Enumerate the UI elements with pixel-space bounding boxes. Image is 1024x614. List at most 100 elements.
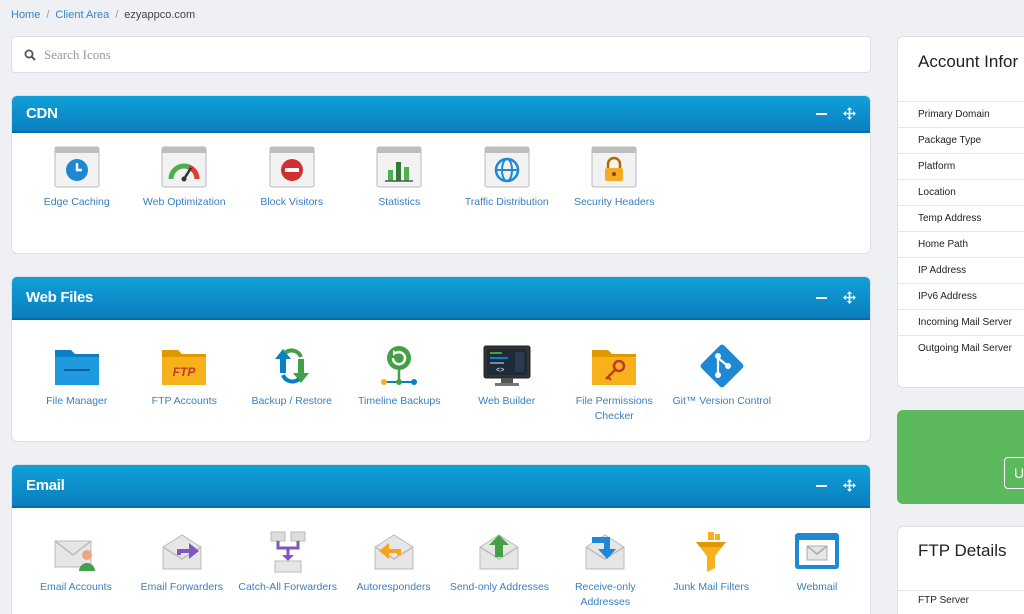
timeline-backups-icon [373, 342, 425, 390]
webmail-item[interactable]: Webmail [764, 528, 870, 610]
statistics-icon [373, 143, 425, 191]
timeline-backups-item[interactable]: Timeline Backups [346, 342, 454, 424]
catch-all-icon [262, 528, 314, 576]
minimize-icon[interactable] [814, 479, 828, 493]
ftp-info-row: FTP Server [898, 590, 1024, 610]
account-info-row: Temp Address [898, 205, 1024, 231]
breadcrumb-separator: / [46, 9, 50, 21]
move-icon[interactable] [842, 479, 856, 493]
catch-all-forwarders-item[interactable]: Catch-All Forwarders [235, 528, 341, 610]
file-permissions-item[interactable]: File Permissions Checker [561, 342, 669, 424]
icon-label: Web Builder [478, 395, 536, 407]
panel-header: Web Files [12, 277, 870, 320]
traffic-distribution-icon [481, 143, 533, 191]
panel-title: Email [26, 477, 65, 494]
edge-caching-item[interactable]: Edge Caching [23, 143, 131, 210]
icon-label: Email Forwarders [140, 581, 223, 593]
icon-label: Receive-only Addresses [574, 581, 636, 608]
icon-label: Junk Mail Filters [673, 581, 750, 593]
web-builder-item[interactable]: <> Web Builder [453, 342, 561, 424]
icon-label: Send-only Addresses [449, 581, 550, 593]
account-info-row: Package Type [898, 127, 1024, 153]
icon-label: Email Accounts [40, 581, 112, 593]
icon-label: Web Optimization [142, 196, 226, 208]
icon-label: Backup / Restore [251, 395, 333, 407]
account-info-row: IPv6 Address [898, 283, 1024, 309]
breadcrumb: Home / Client Area / ezyappco.com [11, 9, 195, 21]
ftp-accounts-item[interactable]: FTP FTP Accounts [131, 342, 239, 424]
ftp-details-title: FTP Details [918, 541, 1007, 560]
junk-filter-icon [685, 528, 737, 576]
panel-header: CDN [12, 96, 870, 133]
email-panel: Email Email Accounts Email Forwarders Ca… [11, 464, 871, 614]
web-builder-icon: <> [481, 342, 533, 390]
account-info-row: Home Path [898, 231, 1024, 257]
receive-only-icon [579, 528, 631, 576]
web-files-panel: Web Files File Manager FTP FTP Accounts … [11, 276, 871, 442]
icon-label: Timeline Backups [358, 395, 441, 407]
icon-label: File Permissions Checker [575, 395, 653, 422]
account-info-card: Account Infor Primary Domain Package Typ… [897, 36, 1024, 388]
icon-label: File Manager [46, 395, 108, 407]
icon-label: Webmail [796, 581, 838, 593]
move-icon[interactable] [842, 107, 856, 121]
icon-label: FTP Accounts [151, 395, 217, 407]
minimize-icon[interactable] [814, 291, 828, 305]
send-only-addresses-item[interactable]: Send-only Addresses [447, 528, 553, 610]
panel-title: Web Files [26, 289, 94, 306]
traffic-distribution-item[interactable]: Traffic Distribution [453, 143, 561, 210]
git-version-control-item[interactable]: Git™ Version Control [668, 342, 776, 424]
send-only-icon [473, 528, 525, 576]
breadcrumb-home-link[interactable]: Home [11, 9, 40, 21]
breadcrumb-separator: / [115, 9, 119, 21]
edge-caching-icon [51, 143, 103, 191]
web-optimization-item[interactable]: Web Optimization [131, 143, 239, 210]
icon-label: Catch-All Forwarders [238, 581, 337, 593]
junk-mail-filters-item[interactable]: Junk Mail Filters [658, 528, 764, 610]
icon-label: Security Headers [573, 196, 655, 208]
autoresponders-icon [368, 528, 420, 576]
receive-only-addresses-item[interactable]: Receive-only Addresses [552, 528, 658, 610]
statistics-item[interactable]: Statistics [346, 143, 454, 210]
upgrade-card: U [897, 410, 1024, 504]
account-info-row: Outgoing Mail Server [898, 335, 1024, 361]
autoresponders-item[interactable]: Autoresponders [341, 528, 447, 610]
search-icon [24, 49, 36, 61]
account-info-row: Location [898, 179, 1024, 205]
git-icon [696, 342, 748, 390]
file-manager-icon [51, 342, 103, 390]
panel-title: CDN [26, 105, 58, 122]
block-visitors-icon [266, 143, 318, 191]
ftp-details-card: FTP Details FTP Server [897, 526, 1024, 614]
icon-label: Edge Caching [43, 196, 110, 208]
svg-text:<>: <> [496, 367, 504, 375]
account-info-title: Account Infor [918, 52, 1019, 71]
panel-header: Email [12, 465, 870, 508]
email-accounts-item[interactable]: Email Accounts [23, 528, 129, 610]
backup-restore-item[interactable]: Backup / Restore [238, 342, 346, 424]
block-visitors-item[interactable]: Block Visitors [238, 143, 346, 210]
email-forwarders-item[interactable]: Email Forwarders [129, 528, 235, 610]
icon-label: Autoresponders [356, 581, 431, 593]
icon-label: Statistics [378, 196, 421, 208]
account-info-row: Incoming Mail Server [898, 309, 1024, 335]
security-headers-item[interactable]: Security Headers [561, 143, 669, 210]
breadcrumb-client-area-link[interactable]: Client Area [55, 9, 109, 21]
account-info-row: Primary Domain [898, 101, 1024, 127]
backup-restore-icon [266, 342, 318, 390]
webmail-icon [791, 528, 843, 576]
email-forwarders-icon [156, 528, 208, 576]
search-input[interactable] [44, 46, 824, 63]
move-icon[interactable] [842, 291, 856, 305]
account-info-row: Platform [898, 153, 1024, 179]
account-info-row: IP Address [898, 257, 1024, 283]
breadcrumb-current: ezyappco.com [124, 9, 196, 21]
security-headers-icon [588, 143, 640, 191]
file-manager-item[interactable]: File Manager [23, 342, 131, 424]
upgrade-button[interactable]: U [1004, 457, 1024, 489]
web-optimization-icon [158, 143, 210, 191]
cdn-panel: CDN Edge Caching Web Optimization Block … [11, 95, 871, 254]
icon-label: Traffic Distribution [464, 196, 549, 208]
email-accounts-icon [50, 528, 102, 576]
minimize-icon[interactable] [814, 107, 828, 121]
